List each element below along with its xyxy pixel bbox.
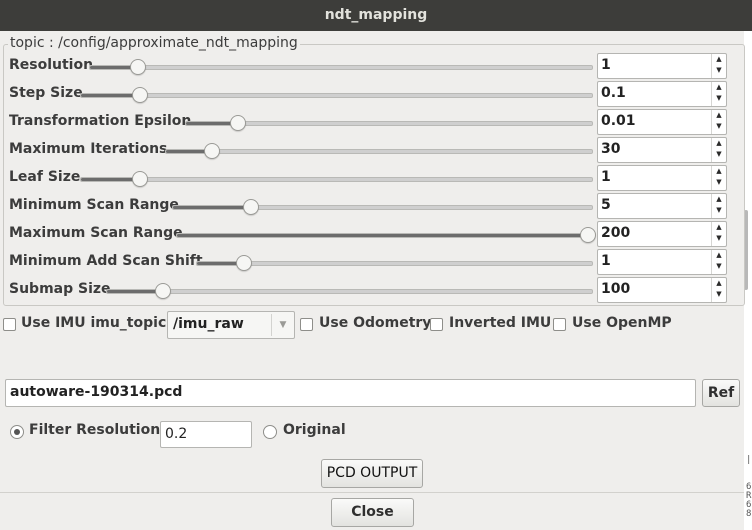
inverted-imu-label[interactable]: Inverted IMU	[449, 315, 551, 331]
slider-label: Step Size	[9, 85, 83, 101]
step-size-spinbox[interactable]: 0.1 ▲ ▼	[597, 81, 727, 107]
transformation-epsilon-slider[interactable]	[185, 115, 593, 131]
slider-row-leaf-size: Leaf Size 1 ▲ ▼	[0, 164, 744, 192]
filter-resolution-label[interactable]: Filter Resolution	[29, 422, 160, 438]
radio-selected-dot	[14, 429, 20, 435]
slider-row-maximum-scan-range: Maximum Scan Range 200 ▲ ▼	[0, 220, 744, 248]
spinbox-value: 1	[601, 169, 611, 185]
slider-row-maximum-iterations: Maximum Iterations 30 ▲ ▼	[0, 136, 744, 164]
resolution-spinbox[interactable]: 1 ▲ ▼	[597, 53, 727, 79]
inverted-imu-checkbox[interactable]	[430, 318, 443, 331]
filter-resolution-value: 0.2	[165, 426, 188, 442]
spinbox-value: 100	[601, 281, 631, 297]
pcd-filename-value: autoware-190314.pcd	[10, 384, 183, 400]
leaf-size-spinbox[interactable]: 1 ▲ ▼	[597, 165, 727, 191]
slider-handle[interactable]	[230, 115, 246, 131]
maximum-iterations-spinbox[interactable]: 30 ▲ ▼	[597, 137, 727, 163]
spin-arrows-icon[interactable]: ▲ ▼	[711, 82, 726, 106]
spinbox-value: 30	[601, 141, 621, 157]
original-radio[interactable]	[263, 425, 277, 439]
footer-divider	[0, 492, 744, 493]
step-size-slider[interactable]	[80, 87, 593, 103]
slider-row-resolution: Resolution 1 ▲ ▼	[0, 52, 744, 80]
submap-size-slider[interactable]	[106, 283, 593, 299]
slider-fill	[177, 234, 588, 237]
spin-arrows-icon[interactable]: ▲ ▼	[711, 250, 726, 274]
slider-row-minimum-add-scan-shift: Minimum Add Scan Shift 1 ▲ ▼	[0, 248, 744, 276]
title-bar[interactable]: ndt_mapping	[0, 0, 752, 31]
minimum-add-scan-shift-slider[interactable]	[196, 255, 593, 271]
maximum-iterations-slider[interactable]	[165, 143, 593, 159]
close-button[interactable]: Close	[331, 498, 414, 527]
slider-label: Submap Size	[9, 281, 111, 297]
spin-arrows-icon[interactable]: ▲ ▼	[711, 278, 726, 302]
chevron-down-icon[interactable]: ▼	[271, 314, 294, 336]
resolution-slider[interactable]	[89, 59, 593, 75]
spin-arrows-icon[interactable]: ▲ ▼	[711, 110, 726, 134]
submap-size-spinbox[interactable]: 100 ▲ ▼	[597, 277, 727, 303]
use-openmp-label[interactable]: Use OpenMP	[572, 315, 672, 331]
leaf-size-slider[interactable]	[80, 171, 593, 187]
slider-handle[interactable]	[132, 87, 148, 103]
slider-handle[interactable]	[155, 283, 171, 299]
slider-row-step-size: Step Size 0.1 ▲ ▼	[0, 80, 744, 108]
spinbox-value: 1	[601, 253, 611, 269]
background-text: 8	[746, 509, 752, 519]
slider-label: Maximum Scan Range	[9, 225, 183, 241]
slider-label: Transformation Epsilon	[9, 113, 192, 129]
maximum-scan-range-slider[interactable]	[176, 227, 596, 243]
imu-topic-value: /imu_raw	[173, 316, 244, 332]
slider-row-transformation-epsilon: Transformation Epsilon 0.01 ▲ ▼	[0, 108, 744, 136]
spin-arrows-icon[interactable]: ▲ ▼	[711, 194, 726, 218]
spin-arrows-icon[interactable]: ▲ ▼	[711, 222, 726, 246]
slider-label: Minimum Scan Range	[9, 197, 179, 213]
ref-button[interactable]: Ref	[702, 379, 740, 407]
transformation-epsilon-spinbox[interactable]: 0.01 ▲ ▼	[597, 109, 727, 135]
slider-handle[interactable]	[204, 143, 220, 159]
filter-resolution-input[interactable]: 0.2	[160, 421, 252, 448]
spinbox-value: 0.01	[601, 113, 636, 129]
imu-topic-select[interactable]: /imu_raw ▼	[167, 311, 295, 339]
use-imu-checkbox[interactable]	[3, 318, 16, 331]
pcd-filename-input[interactable]: autoware-190314.pcd	[5, 379, 696, 407]
spinbox-value: 0.1	[601, 85, 626, 101]
slider-label: Leaf Size	[9, 169, 81, 185]
slider-label: Resolution	[9, 57, 94, 73]
slider-handle[interactable]	[580, 227, 596, 243]
slider-fill	[173, 206, 251, 209]
spinbox-value: 1	[601, 57, 611, 73]
slider-label: Minimum Add Scan Shift	[9, 253, 203, 269]
spinbox-value: 200	[601, 225, 631, 241]
pcd-output-button[interactable]: PCD OUTPUT	[321, 459, 423, 488]
window-title: ndt_mapping	[324, 7, 428, 23]
use-odometry-checkbox[interactable]	[300, 318, 313, 331]
minimum-scan-range-spinbox[interactable]: 5 ▲ ▼	[597, 193, 727, 219]
slider-handle[interactable]	[132, 171, 148, 187]
maximum-scan-range-spinbox[interactable]: 200 ▲ ▼	[597, 221, 727, 247]
spin-arrows-icon[interactable]: ▲ ▼	[711, 166, 726, 190]
spinbox-value: 5	[601, 197, 611, 213]
slider-row-minimum-scan-range: Minimum Scan Range 5 ▲ ▼	[0, 192, 744, 220]
slider-handle[interactable]	[236, 255, 252, 271]
minimum-add-scan-shift-spinbox[interactable]: 1 ▲ ▼	[597, 249, 727, 275]
use-openmp-checkbox[interactable]	[553, 318, 566, 331]
filter-resolution-radio[interactable]	[10, 425, 24, 439]
slider-row-submap-size: Submap Size 100 ▲ ▼	[0, 276, 744, 304]
slider-handle[interactable]	[130, 59, 146, 75]
original-label[interactable]: Original	[283, 422, 346, 438]
use-odometry-label[interactable]: Use Odometry	[319, 315, 431, 331]
minimum-scan-range-slider[interactable]	[172, 199, 593, 215]
spin-arrows-icon[interactable]: ▲ ▼	[711, 54, 726, 78]
slider-handle[interactable]	[243, 199, 259, 215]
group-title: topic : /config/approximate_ndt_mapping	[8, 35, 300, 51]
spin-arrows-icon[interactable]: ▲ ▼	[711, 138, 726, 162]
background-text: |	[746, 455, 752, 465]
slider-label: Maximum Iterations	[9, 141, 168, 157]
use-imu-label[interactable]: Use IMU imu_topic	[21, 315, 166, 331]
